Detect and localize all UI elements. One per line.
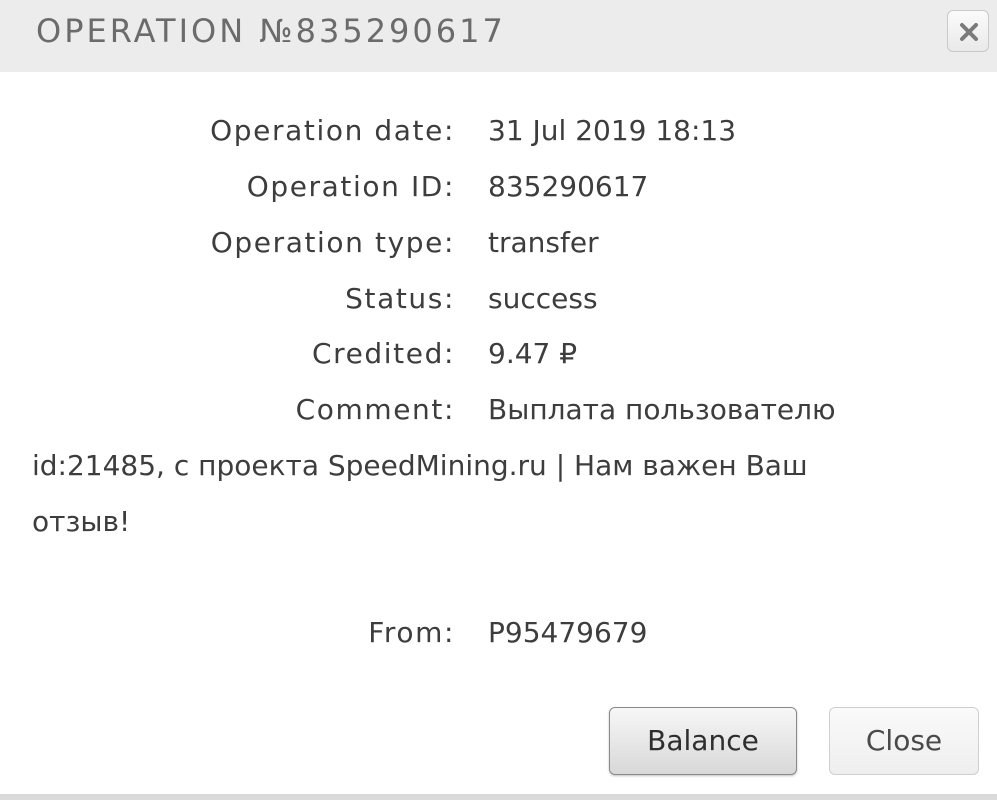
field-value: transfer: [488, 226, 599, 259]
field-value: 31 Jul 2019 18:13: [488, 114, 737, 147]
field-value: 9.47 ₽: [488, 337, 578, 370]
close-dialog-button[interactable]: [947, 10, 989, 52]
bottom-divider: [0, 794, 997, 800]
field-credited: Credited: 9.47 ₽: [0, 334, 997, 374]
field-value: P95479679: [488, 616, 648, 649]
comment-continuation: id:21485, с проекта SpeedMining.ru | Нам…: [32, 449, 808, 482]
field-label: Operation type:: [210, 226, 455, 259]
close-icon: [960, 23, 978, 41]
field-label: Status:: [345, 282, 455, 315]
balance-button[interactable]: Balance: [609, 707, 797, 775]
field-label: Operation date:: [210, 114, 455, 147]
field-from: From: P95479679: [0, 613, 997, 653]
field-label: Comment:: [295, 393, 455, 426]
field-value: Выплата пользователю: [488, 393, 836, 426]
field-value: 835290617: [488, 170, 649, 203]
operation-dialog: OPERATION №835290617 Operation date: 31 …: [0, 0, 997, 800]
field-value: success: [488, 282, 598, 315]
dialog-title: OPERATION №835290617: [36, 12, 506, 50]
field-label: Operation ID:: [246, 170, 455, 203]
field-status: Status: success: [0, 279, 997, 319]
field-label: From:: [368, 616, 455, 649]
field-label: Credited:: [311, 337, 455, 370]
field-comment: Comment: Выплата пользователю: [0, 390, 997, 430]
comment-continuation: отзыв!: [32, 505, 131, 538]
field-operation-date: Operation date: 31 Jul 2019 18:13: [0, 111, 997, 151]
close-button[interactable]: Close: [829, 707, 979, 775]
field-operation-id: Operation ID: 835290617: [0, 167, 997, 207]
field-operation-type: Operation type: transfer: [0, 223, 997, 263]
dialog-titlebar: OPERATION №835290617: [0, 0, 997, 72]
